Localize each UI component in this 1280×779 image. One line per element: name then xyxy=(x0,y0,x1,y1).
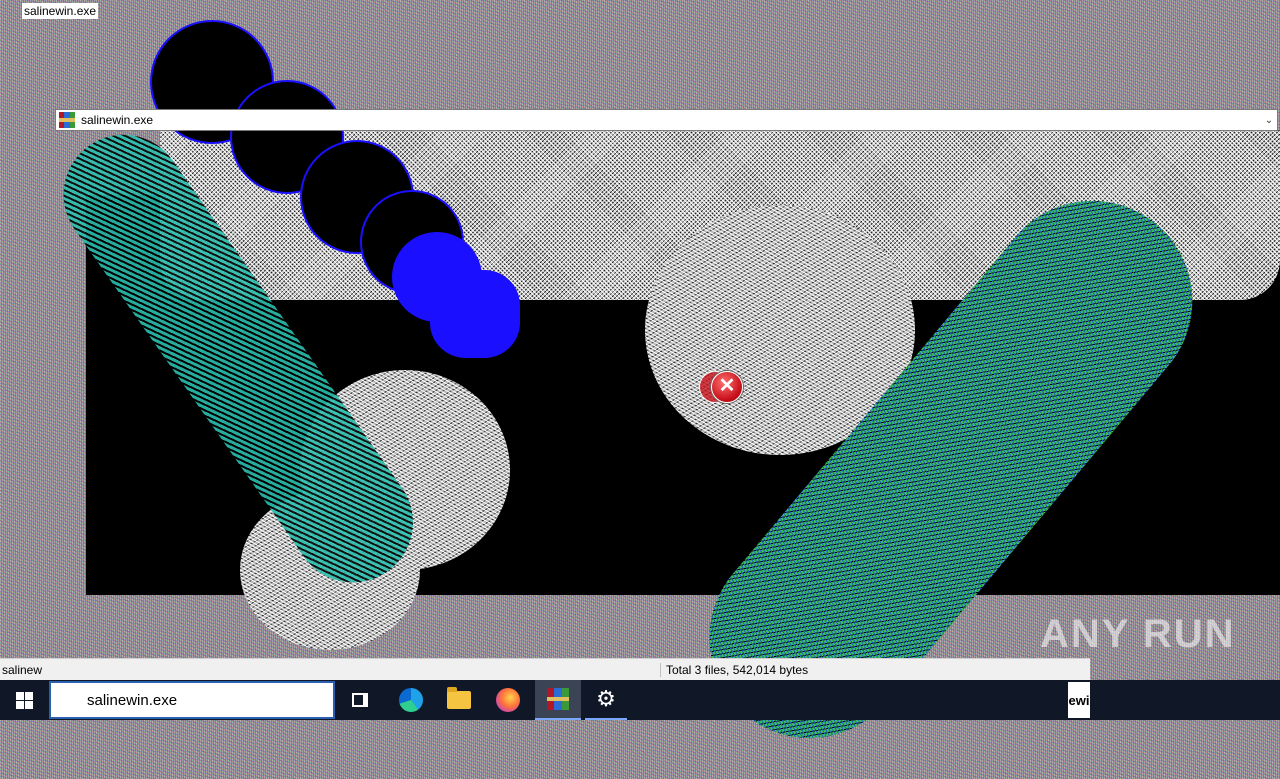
task-view-button[interactable] xyxy=(340,680,380,720)
winrar-taskbar-button[interactable] xyxy=(535,680,581,720)
status-bar: salinew Total 3 files, 542,014 bytes xyxy=(0,658,1090,681)
windows-logo-icon xyxy=(15,691,33,709)
tray-window-fragment[interactable]: ewi xyxy=(1068,682,1090,718)
address-text: salinewin.exe xyxy=(81,113,154,127)
settings-button[interactable]: ⚙ xyxy=(585,680,627,720)
folder-icon xyxy=(447,687,471,709)
task-view-icon xyxy=(352,693,368,707)
error-icon: ✕ xyxy=(711,371,743,403)
anyrun-watermark: ANY RUN xyxy=(1040,612,1236,656)
chevron-down-icon[interactable]: ⌄ xyxy=(1261,115,1277,126)
start-button[interactable] xyxy=(0,680,48,720)
glitch-blue-fill xyxy=(430,270,520,358)
status-left: salinew xyxy=(2,663,43,677)
gear-icon: ⚙ xyxy=(596,686,616,711)
winrar-icon xyxy=(59,112,75,128)
firefox-icon xyxy=(496,688,520,712)
file-explorer-button[interactable] xyxy=(438,680,480,720)
address-bar[interactable]: salinewin.exe ⌄ xyxy=(55,109,1278,131)
firefox-button[interactable] xyxy=(487,680,529,720)
taskbar-search-input[interactable]: salinewin.exe xyxy=(49,681,335,719)
edge-button[interactable] xyxy=(390,680,432,720)
edge-icon xyxy=(399,688,423,712)
window-title: salinewin.exe xyxy=(22,3,99,19)
winrar-icon xyxy=(547,688,569,710)
status-file-summary: Total 3 files, 542,014 bytes xyxy=(660,663,808,677)
